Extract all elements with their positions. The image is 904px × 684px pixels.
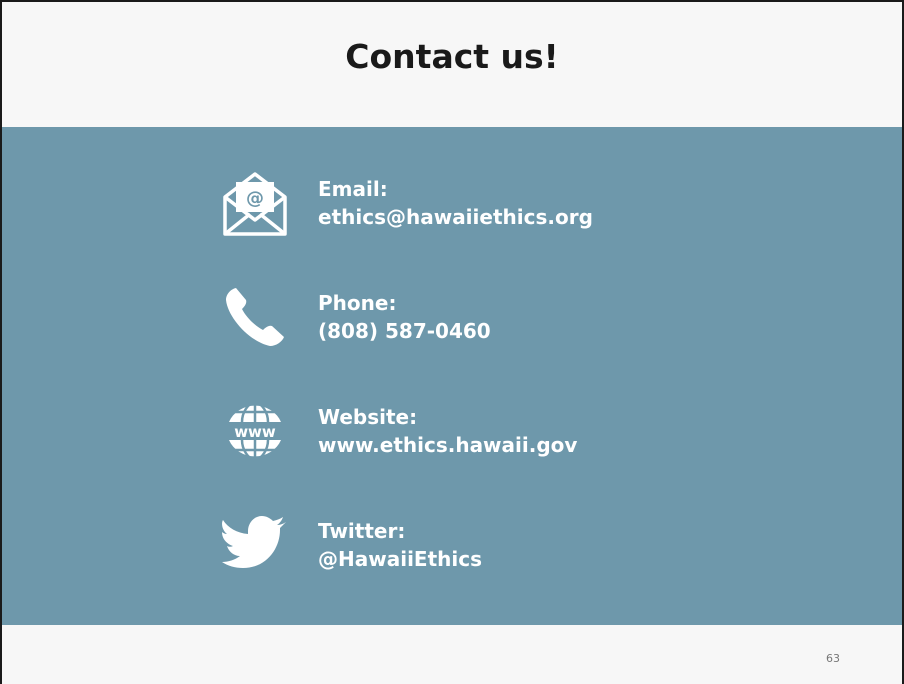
slide-title: Contact us! [345,37,559,76]
twitter-value[interactable]: @HawaiiEthics [318,545,482,573]
contact-phone: Phone: (808) 587-0460 [220,277,491,357]
svg-text:@: @ [246,188,264,209]
slide: Contact us! @ Email: ethics@hawaiiethics… [0,0,904,684]
contact-email: @ Email: ethics@hawaiiethics.org [220,163,593,243]
contact-twitter: Twitter: @HawaiiEthics [220,505,482,585]
twitter-label: Twitter: [318,519,406,543]
website-text: Website: www.ethics.hawaii.gov [318,403,577,459]
email-label: Email: [318,177,388,201]
website-value[interactable]: www.ethics.hawaii.gov [318,431,577,459]
envelope-icon: @ [220,168,290,238]
svg-text:www: www [234,423,276,441]
page-number: 63 [826,652,840,665]
phone-value[interactable]: (808) 587-0460 [318,317,491,345]
phone-label: Phone: [318,291,397,315]
phone-icon [220,282,290,352]
twitter-text: Twitter: @HawaiiEthics [318,517,482,573]
phone-text: Phone: (808) 587-0460 [318,289,491,345]
email-text: Email: ethics@hawaiiethics.org [318,175,593,231]
website-label: Website: [318,405,418,429]
www-globe-icon: www [220,396,290,466]
title-area: Contact us! [2,2,902,127]
slide-footer: 63 [2,625,902,684]
contact-website: www Website: www.ethics.hawaii.gov [220,391,577,471]
contact-band: @ Email: ethics@hawaiiethics.org Phone: … [2,127,902,625]
twitter-bird-icon [220,510,290,580]
email-value[interactable]: ethics@hawaiiethics.org [318,203,593,231]
